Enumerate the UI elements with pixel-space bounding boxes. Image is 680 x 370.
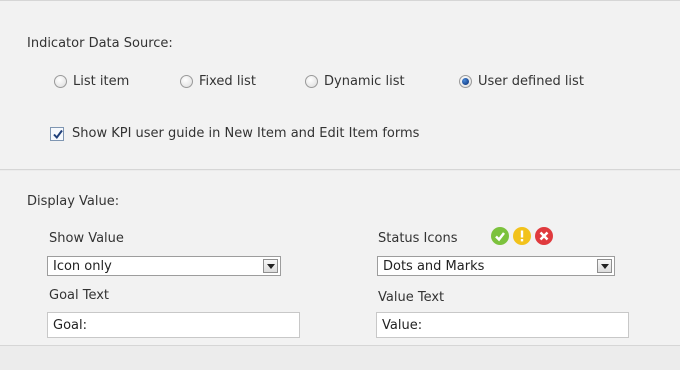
status-icons-selected: Dots and Marks	[383, 259, 485, 274]
radio-dynamic-list-label: Dynamic list	[324, 73, 405, 89]
radio-list-item-label: List item	[73, 73, 130, 89]
display-value-heading: Display Value:	[27, 194, 120, 209]
radio-list-item-button[interactable]	[54, 74, 67, 88]
radio-user-defined-list-button[interactable]	[459, 74, 472, 88]
status-icons-select[interactable]: Dots and Marks	[377, 256, 615, 276]
radio-dynamic-list[interactable]: Dynamic list	[305, 72, 405, 90]
radio-fixed-list-button[interactable]	[180, 74, 193, 88]
goal-text-label: Goal Text	[49, 288, 110, 303]
radio-user-defined-list-label: User defined list	[478, 73, 584, 89]
kpi-guide-checkbox[interactable]	[50, 127, 64, 141]
status-icons-label: Status Icons	[378, 231, 458, 246]
value-text-label: Value Text	[378, 290, 445, 305]
x-circle-icon	[535, 227, 553, 245]
show-value-selected: Icon only	[53, 259, 112, 274]
radio-dynamic-list-button[interactable]	[305, 74, 318, 88]
exclamation-circle-icon	[513, 227, 531, 245]
value-text-input[interactable]: Value:	[376, 312, 629, 338]
check-circle-icon	[491, 227, 509, 245]
radio-user-defined-list[interactable]: User defined list	[459, 72, 584, 90]
indicator-data-source-section: Indicator Data Source: List item Fixed l…	[0, 0, 680, 170]
show-value-label: Show Value	[49, 231, 124, 246]
kpi-guide-label: Show KPI user guide in New Item and Edit…	[72, 126, 420, 141]
checkmark-icon	[53, 129, 63, 140]
radio-fixed-list-label: Fixed list	[199, 73, 256, 89]
radio-fixed-list[interactable]: Fixed list	[180, 72, 256, 90]
show-value-select[interactable]: Icon only	[47, 256, 281, 276]
goal-text-input[interactable]: Goal:	[47, 312, 300, 338]
goal-text-value: Goal:	[53, 318, 87, 333]
radio-list-item[interactable]: List item	[54, 72, 129, 90]
value-text-value: Value:	[382, 318, 423, 333]
chevron-down-icon[interactable]	[597, 259, 612, 273]
chevron-down-icon[interactable]	[263, 259, 278, 273]
indicator-data-source-heading: Indicator Data Source:	[27, 36, 173, 51]
